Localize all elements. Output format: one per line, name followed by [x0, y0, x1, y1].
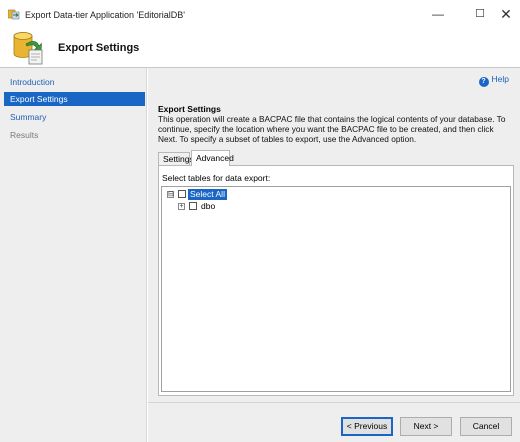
help-icon: ? [478, 77, 489, 87]
previous-button[interactable]: < Previous [341, 417, 393, 436]
help-link[interactable]: ? Help [478, 74, 509, 87]
expand-icon[interactable]: + [178, 203, 185, 210]
minimize-button[interactable]: — [422, 4, 454, 24]
tree-node-select-all[interactable]: ⊟ Select All [167, 189, 247, 200]
advanced-tab-panel: Select tables for data export: ⊟ Select … [158, 165, 514, 396]
close-button[interactable]: ✕ [490, 4, 520, 24]
help-label[interactable]: Help [492, 74, 509, 84]
dbo-label[interactable]: dbo [199, 201, 217, 212]
sidebar-item-summary[interactable]: Summary [4, 110, 145, 124]
tables-label: Select tables for data export: [162, 173, 271, 183]
tree-node-dbo[interactable]: + dbo [178, 201, 238, 212]
tab-settings[interactable]: Settings [158, 152, 194, 166]
main-content: ? Help Export Settings This operation wil… [148, 68, 520, 402]
app-icon [8, 9, 20, 20]
sidebar-item-export-settings[interactable]: Export Settings [4, 92, 145, 106]
sidebar-item-results: Results [10, 130, 39, 140]
select-all-label[interactable]: Select All [188, 189, 227, 200]
wizard-header: Export Settings [0, 28, 520, 68]
wizard-steps-sidebar: Introduction Export Settings Summary Res… [0, 68, 147, 442]
tab-advanced[interactable]: Advanced [191, 150, 234, 166]
collapse-icon[interactable]: ⊟ [167, 191, 174, 198]
section-title: Export Settings [158, 104, 221, 114]
next-button[interactable]: Next > [400, 417, 452, 436]
window-title: Export Data-tier Application 'EditorialD… [25, 10, 186, 20]
title-bar: Export Data-tier Application 'EditorialD… [0, 0, 520, 28]
tables-tree[interactable]: ⊟ Select All + dbo [161, 186, 511, 392]
wizard-footer: < Previous Next > Cancel [148, 402, 520, 442]
section-description: This operation will create a BACPAC file… [158, 114, 506, 144]
sidebar-item-introduction[interactable]: Introduction [4, 75, 145, 89]
page-title: Export Settings [58, 42, 140, 54]
dbo-checkbox[interactable] [189, 202, 197, 210]
cancel-button[interactable]: Cancel [460, 417, 512, 436]
select-all-checkbox[interactable] [178, 190, 186, 198]
export-database-icon [13, 32, 43, 65]
